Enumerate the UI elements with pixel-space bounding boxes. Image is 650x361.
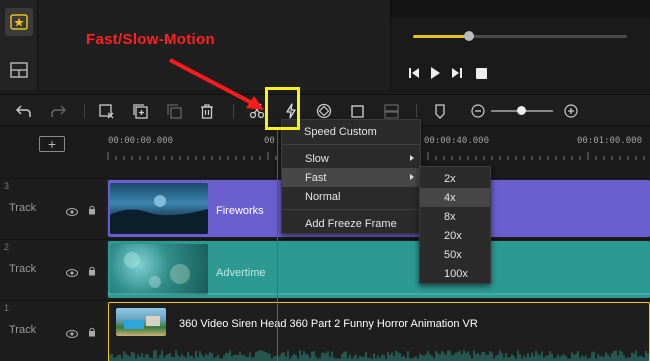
annotation-highlight-box [265,87,300,130]
video-editor: + 00:00:00.000 00:00:20.000 00:00:40.000… [0,0,650,361]
annotation-arrow [169,58,264,110]
